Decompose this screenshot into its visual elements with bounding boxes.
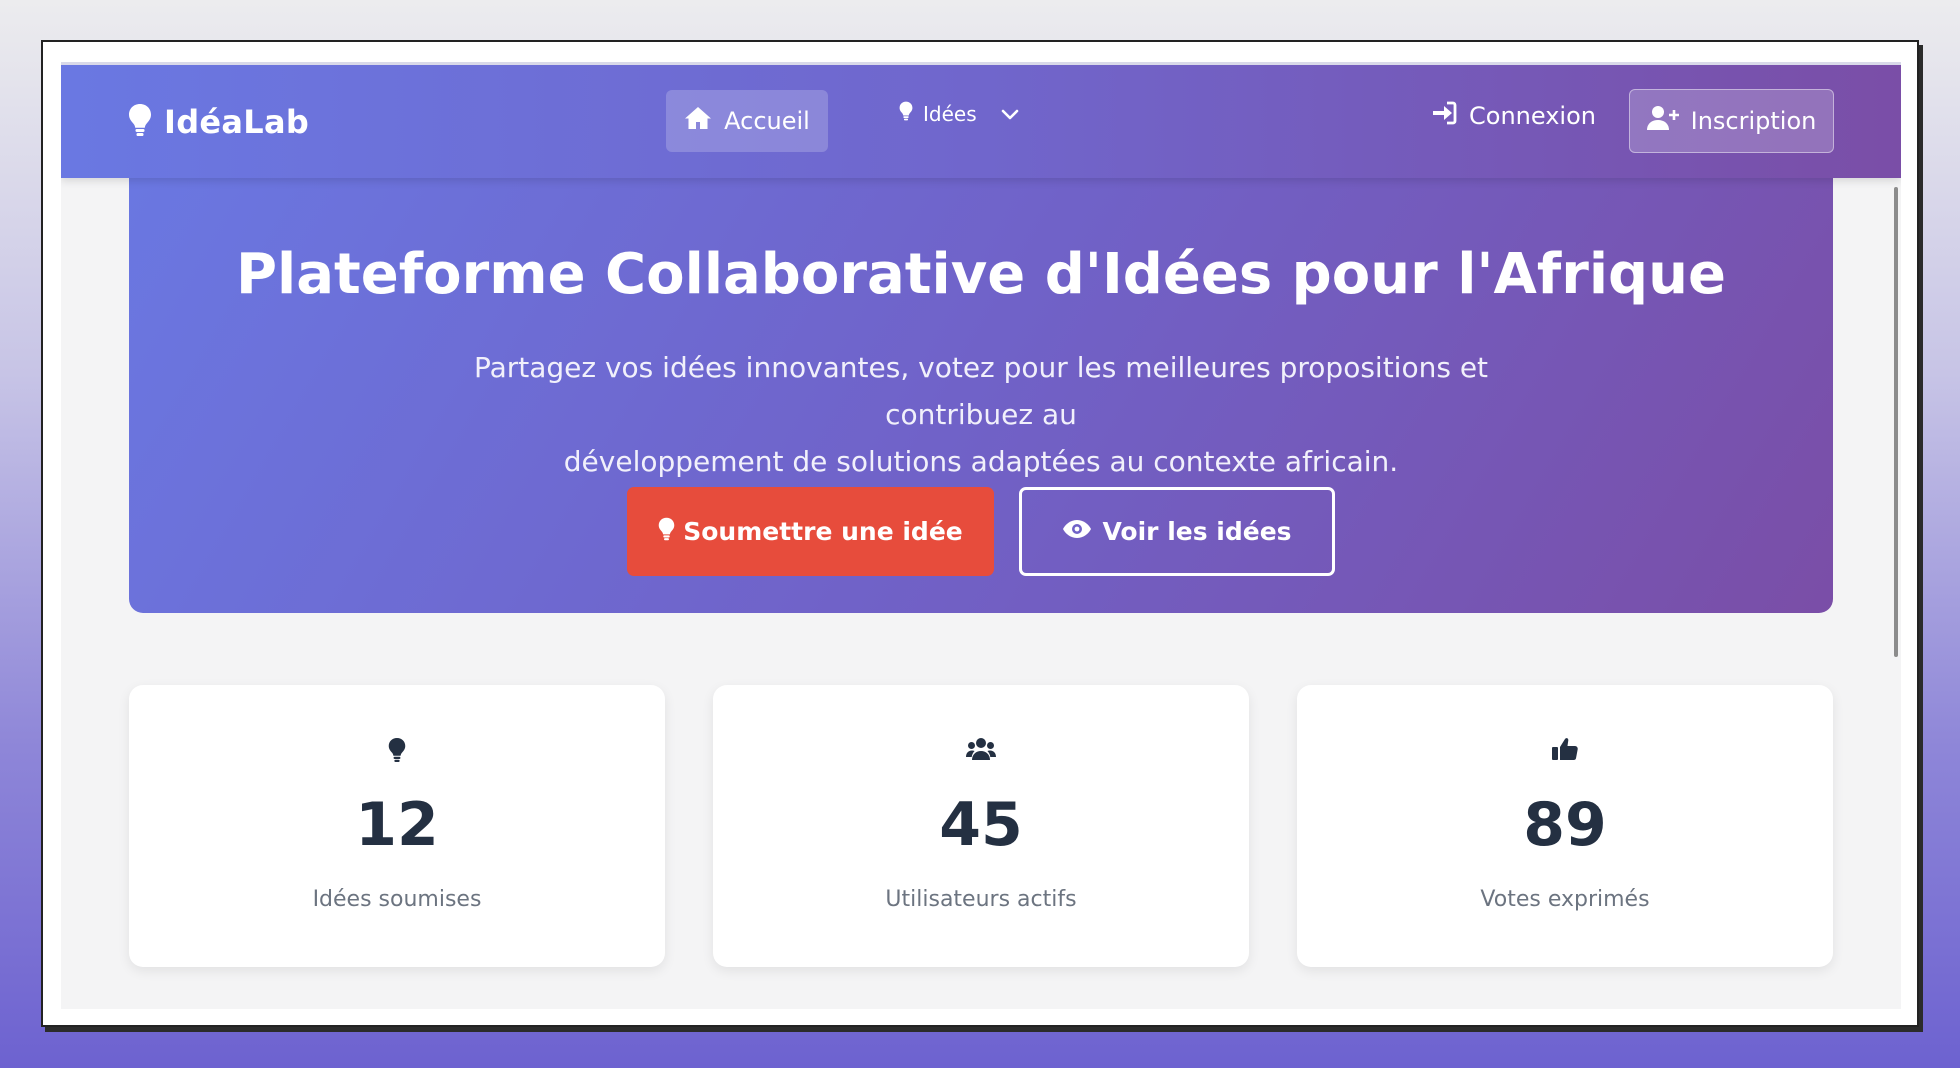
user-plus-icon xyxy=(1646,105,1679,137)
lightbulb-icon xyxy=(129,737,665,763)
hero-subtitle-line2: développement de solutions adaptées au c… xyxy=(563,445,1399,478)
nav-home[interactable]: Accueil xyxy=(666,90,828,152)
nav-login[interactable]: Connexion xyxy=(1431,101,1596,131)
eye-icon xyxy=(1062,517,1092,546)
brand-name: IdéaLab xyxy=(164,103,310,141)
page-viewport: IdéaLab Accueil Idées Connexion Inscript… xyxy=(61,62,1901,1009)
nav-signup-button[interactable]: Inscription xyxy=(1629,89,1834,153)
stat-label: Utilisateurs actifs xyxy=(885,887,1077,912)
stat-value: 89 xyxy=(1523,790,1607,860)
chevron-down-icon xyxy=(1001,102,1019,126)
lightbulb-icon xyxy=(658,517,675,547)
nav-ideas-dropdown[interactable]: Idées xyxy=(899,101,1019,126)
brand-logo[interactable]: IdéaLab xyxy=(128,103,309,141)
scrollbar[interactable] xyxy=(1894,187,1898,657)
thumbs-up-icon xyxy=(1297,737,1833,761)
browser-window: IdéaLab Accueil Idées Connexion Inscript… xyxy=(41,40,1919,1027)
stat-card-votes: 89 Votes exprimés xyxy=(1297,685,1833,967)
stat-label: Idées soumises xyxy=(312,887,482,912)
nav-signup-label: Inscription xyxy=(1690,107,1817,135)
hero-title: Plateforme Collaborative d'Idées pour l'… xyxy=(236,242,1726,307)
stat-card-users: 45 Utilisateurs actifs xyxy=(713,685,1249,967)
stat-card-ideas: 12 Idées soumises xyxy=(129,685,665,967)
hero-subtitle: Partagez vos idées innovantes, votez pou… xyxy=(419,344,1543,485)
submit-idea-button[interactable]: Soumettre une idée xyxy=(627,487,994,576)
hero-subtitle-line1: Partagez vos idées innovantes, votez pou… xyxy=(473,351,1489,431)
hero-banner: Plateforme Collaborative d'Idées pour l'… xyxy=(129,122,1833,613)
stat-label: Votes exprimés xyxy=(1480,887,1650,912)
stat-value: 12 xyxy=(355,790,439,860)
view-ideas-button[interactable]: Voir les idées xyxy=(1019,487,1335,576)
stat-value: 45 xyxy=(939,790,1023,860)
submit-idea-label: Soumettre une idée xyxy=(683,517,963,546)
users-icon xyxy=(713,737,1249,761)
view-ideas-label: Voir les idées xyxy=(1102,517,1292,546)
nav-login-label: Connexion xyxy=(1469,102,1596,130)
sign-in-icon xyxy=(1431,101,1457,131)
lightbulb-icon xyxy=(899,101,913,126)
home-icon xyxy=(684,106,712,136)
nav-ideas-label: Idées xyxy=(923,101,977,126)
lightbulb-icon xyxy=(128,103,152,141)
navbar: IdéaLab Accueil Idées Connexion Inscript… xyxy=(61,62,1901,178)
nav-home-label: Accueil xyxy=(724,107,810,135)
